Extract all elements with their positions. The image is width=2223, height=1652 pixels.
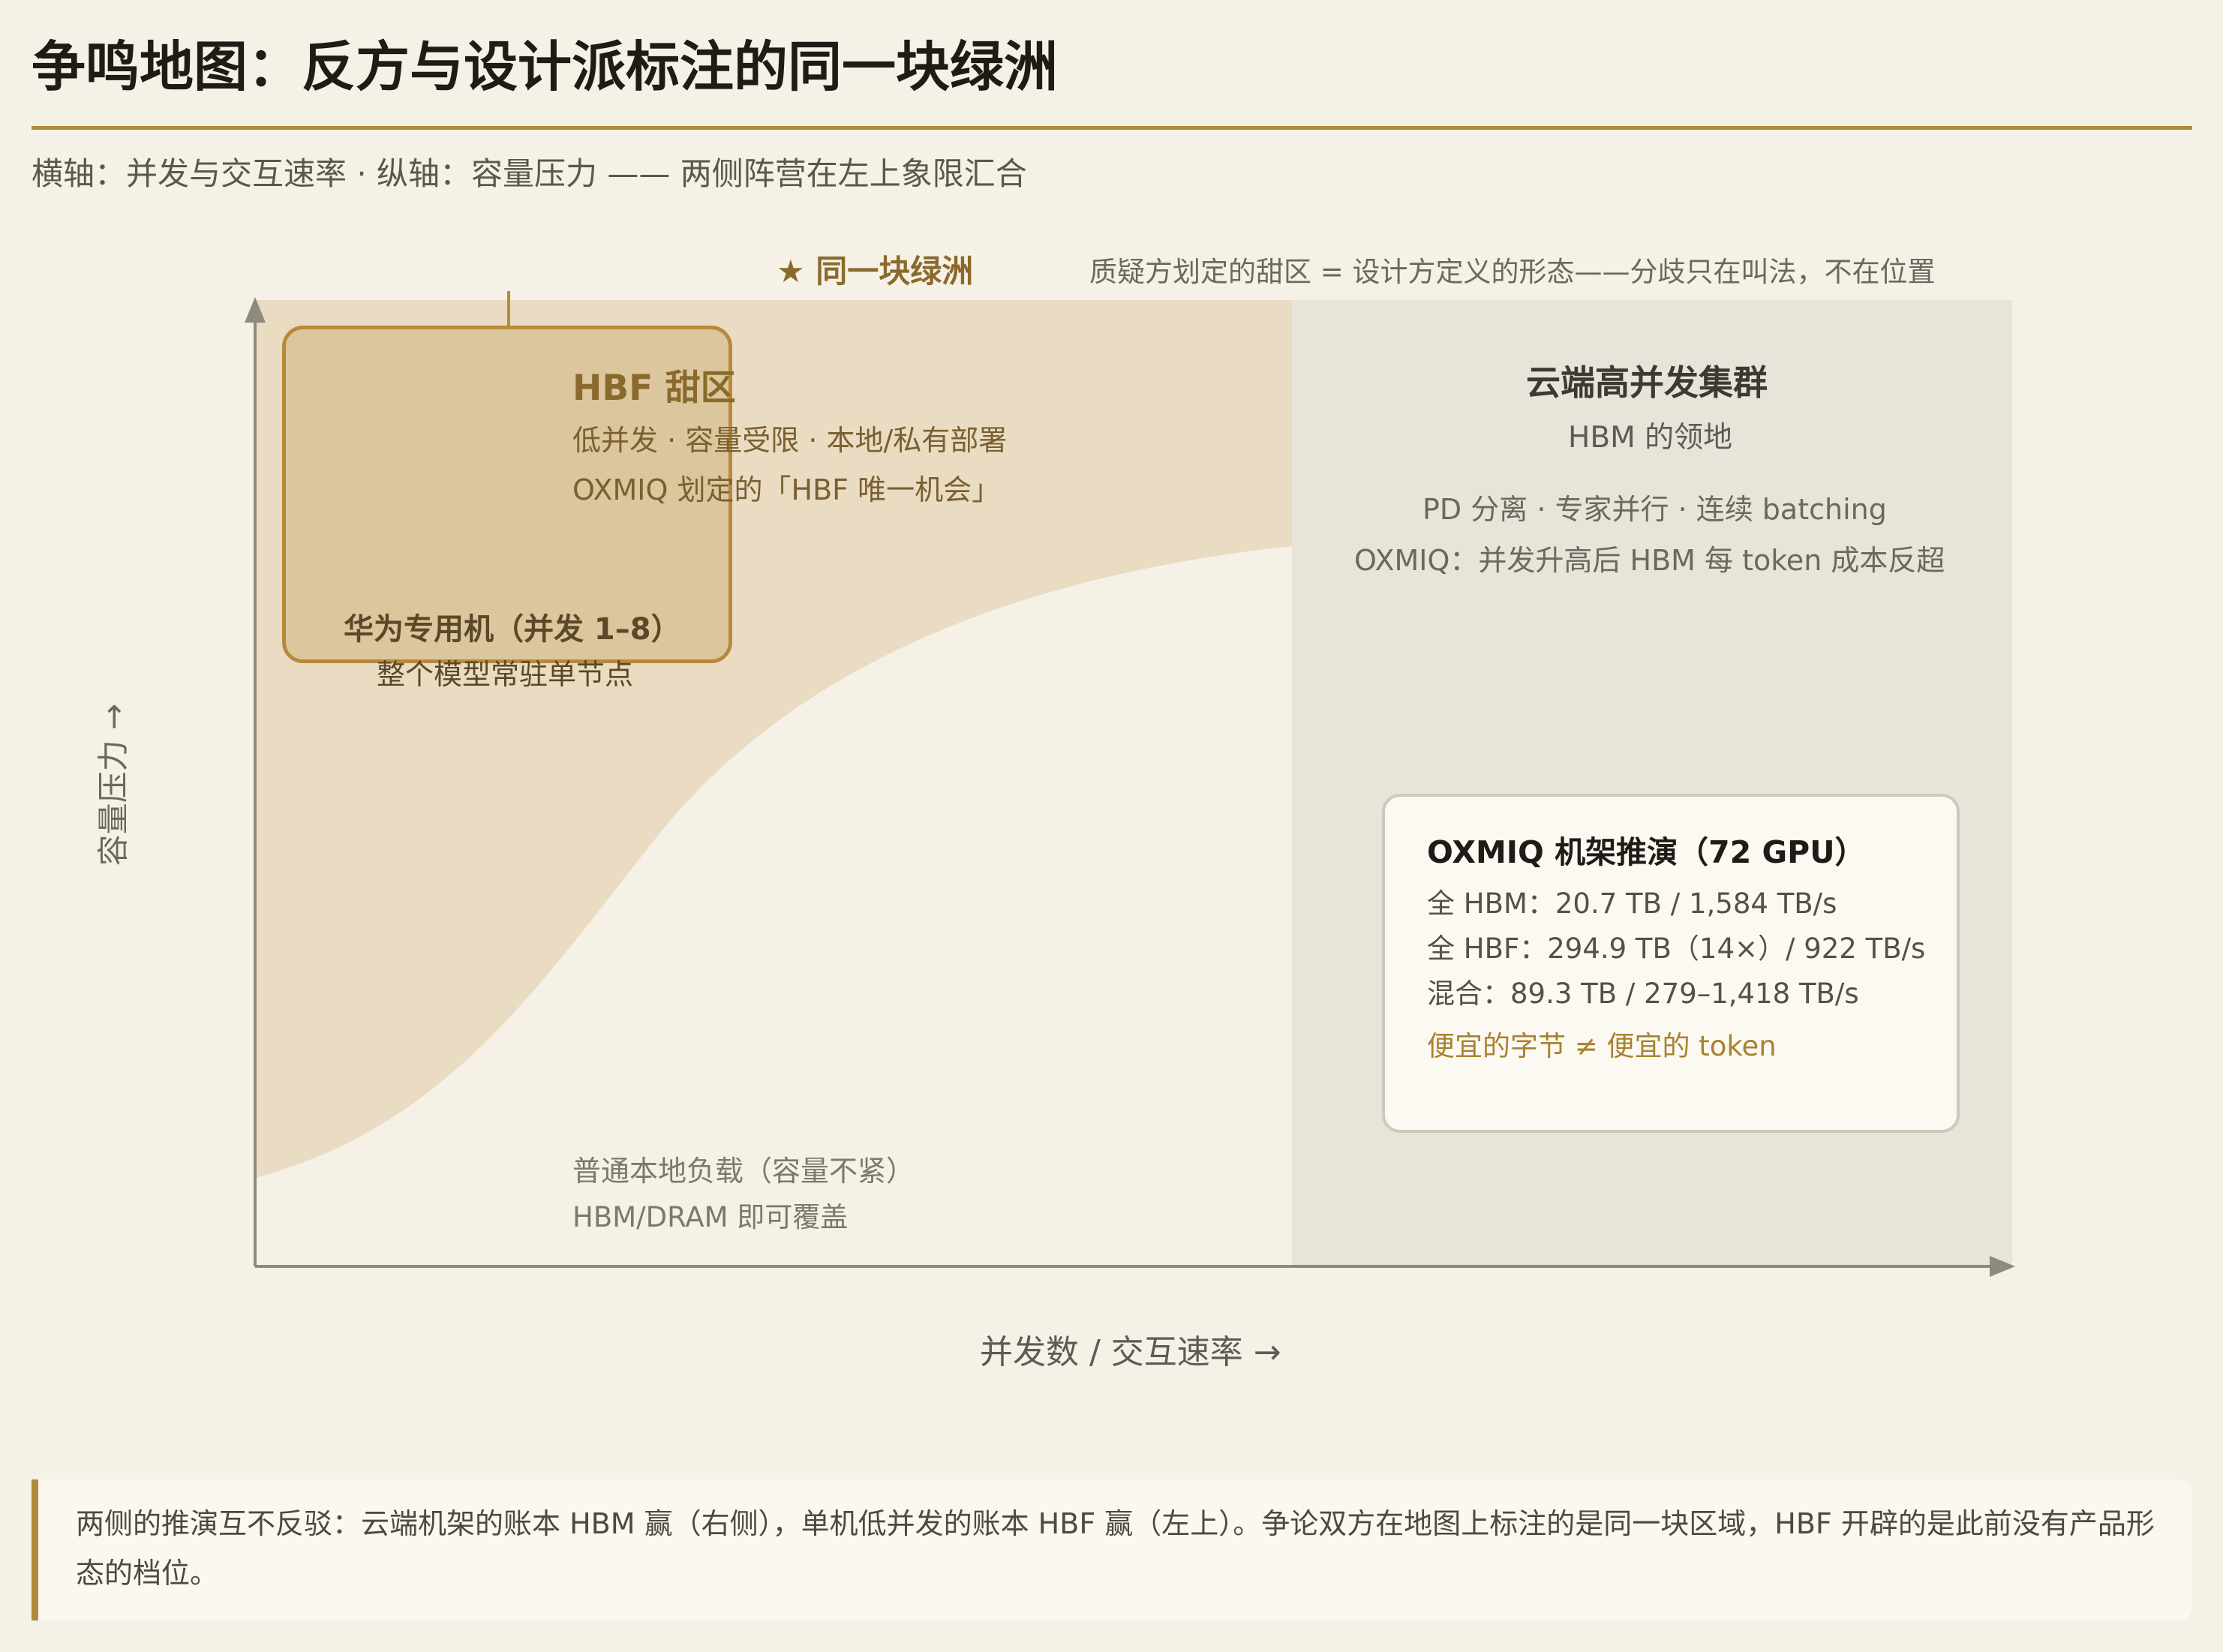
x-axis-label: 并发数 / 交互速率 → [980, 1333, 1281, 1371]
rack-note: 便宜的字节 ≠ 便宜的 token [1427, 1030, 1777, 1062]
cloud-line2: OXMIQ：并发升高后 HBM 每 token 成本反超 [1354, 544, 1945, 577]
summary-callout: 两侧的推演互不反驳：云端机架的账本 HBM 赢（右侧），单机低并发的账本 HBF… [32, 1479, 2192, 1620]
rack-row-hbf: 全 HBF：294.9 TB（14×）/ 922 TB/s [1427, 933, 1926, 965]
huawei-title: 华为专用机（并发 1–8） [344, 612, 681, 647]
rack-title: OXMIQ 机架推演（72 GPU） [1427, 834, 1866, 870]
huawei-sub: 整个模型常驻单节点 [377, 658, 634, 691]
common-load-line1: 普通本地负载（容量不紧） [572, 1155, 915, 1188]
hbf-zone-line1: 低并发 · 容量受限 · 本地/私有部署 [572, 424, 1008, 457]
cloud-sub: HBM 的领地 [1568, 421, 1733, 455]
cloud-title: 云端高并发集群 [1526, 362, 1768, 403]
common-load-line2: HBM/DRAM 即可覆盖 [572, 1201, 849, 1233]
rack-row-mixed: 混合：89.3 TB / 279–1,418 TB/s [1427, 978, 1859, 1010]
rack-row-hbm: 全 HBM：20.7 TB / 1,584 TB/s [1427, 888, 1837, 920]
hbf-zone-line2: OXMIQ 划定的「HBF 唯一机会」 [572, 473, 1001, 506]
summary-text: 两侧的推演互不反驳：云端机架的账本 HBM 赢（右侧），单机低并发的账本 HBF… [76, 1507, 2155, 1590]
y-axis-label: 容量压力 → [95, 703, 132, 867]
cloud-line1: PD 分离 · 专家并行 · 连续 batching [1422, 493, 1887, 526]
x-axis-arrow [1990, 1256, 2015, 1277]
hbf-zone-title: HBF 甜区 [572, 368, 736, 409]
